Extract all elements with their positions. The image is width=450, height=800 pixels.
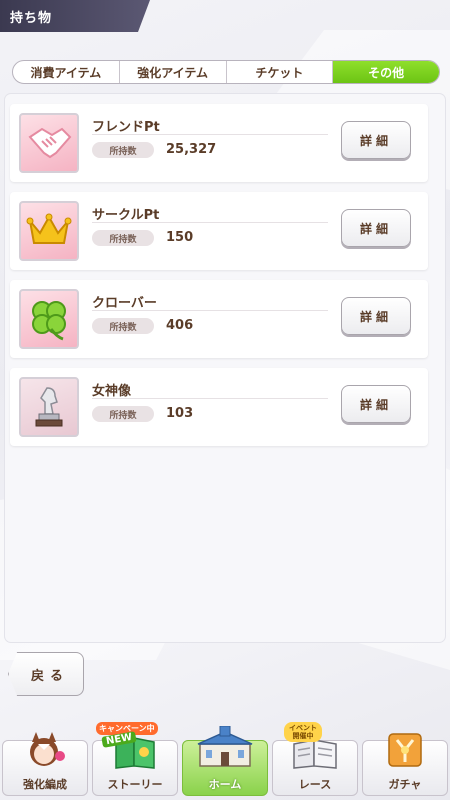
horse-girl-icon [22,730,68,774]
item-name: サークルPt [92,208,160,223]
item-list-panel: フレンドPt 所持数 25,327 詳細 サークルPt 所持数 150 詳細 ク… [5,94,445,642]
event-badge: イベント開催中 [284,722,322,742]
detail-button[interactable]: 詳細 [341,209,411,247]
page-title: 持ち物 [10,10,53,26]
detail-button[interactable]: 詳細 [341,121,411,159]
item-name: 女神像 [92,384,132,399]
goddess-statue-icon [19,377,79,437]
list-item: 女神像 所持数 103 詳細 [10,368,428,446]
list-item: クローバー 所持数 406 詳細 [10,280,428,358]
nav-home[interactable]: ホーム [180,720,270,800]
detail-button[interactable]: 詳細 [341,297,411,335]
nav-label: レース [298,778,332,791]
nav-enhance-formation[interactable]: 強化編成 [0,720,90,800]
home-building-icon [194,725,256,774]
list-item: フレンドPt 所持数 25,327 詳細 [10,104,428,182]
owned-label: 所持数 [92,406,154,422]
list-item: サークルPt 所持数 150 詳細 [10,192,428,270]
crown-icon [19,201,79,261]
nav-label: ホーム [208,778,242,791]
tab-consumable-items[interactable]: 消費アイテム [13,61,120,83]
item-name: フレンドPt [92,120,160,135]
category-tabs: 消費アイテム 強化アイテム チケット その他 [12,60,440,84]
owned-count: 25,327 [166,142,217,157]
divider [92,310,328,311]
tab-tickets[interactable]: チケット [227,61,334,83]
divider [92,134,328,135]
detail-button[interactable]: 詳細 [341,385,411,423]
owned-count: 406 [166,318,194,333]
divider [92,222,328,223]
gacha-icon [383,730,427,774]
page-header: 持ち物 [0,0,150,32]
nav-label: ストーリー [107,778,163,791]
nav-race[interactable]: イベント開催中 レース [270,720,360,800]
owned-count: 103 [166,406,194,421]
owned-label: 所持数 [92,318,154,334]
nav-gacha[interactable]: ガチャ [360,720,450,800]
back-button[interactable]: 戻る [8,652,84,696]
owned-count: 150 [166,230,194,245]
nav-story[interactable]: キャンペーン中 NEW ストーリー [90,720,180,800]
handshake-icon [19,113,79,173]
divider [92,398,328,399]
clover-icon [19,289,79,349]
nav-label: 強化編成 [23,778,67,791]
nav-label: ガチャ [388,778,422,791]
owned-label: 所持数 [92,142,154,158]
item-name: クローバー [92,296,157,311]
owned-label: 所持数 [92,230,154,246]
tab-enhancement-items[interactable]: 強化アイテム [120,61,227,83]
tab-others[interactable]: その他 [333,61,439,83]
bottom-navigation: 強化編成 キャンペーン中 NEW ストーリー ホーム イベント開催中 レース ガ… [0,720,450,800]
